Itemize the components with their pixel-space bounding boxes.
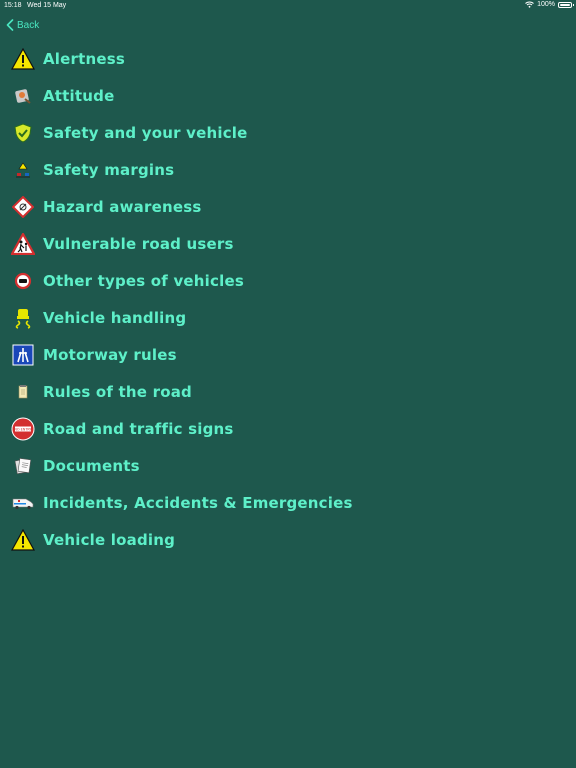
topic-label: Vehicle loading	[43, 530, 176, 549]
vehicle-sign-icon	[11, 269, 35, 293]
topic-label: Other types of vehicles	[43, 271, 244, 290]
chevron-left-icon	[6, 19, 14, 31]
pedestrian-sign-icon	[11, 232, 35, 256]
attitude-icon	[11, 84, 35, 108]
warning-triangle-icon	[11, 47, 35, 71]
back-label: Back	[17, 19, 40, 31]
topic-item-documents[interactable]: Documents	[0, 447, 576, 484]
topic-item-incidents-accidents-emergencies[interactable]: Incidents, Accidents & Emergencies	[0, 484, 576, 521]
topic-item-vulnerable-road-users[interactable]: Vulnerable road users	[0, 225, 576, 262]
ambulance-icon	[11, 491, 35, 515]
status-bar: 15:18 Wed 15 May 100%	[0, 0, 576, 12]
topic-list: Alertness Attitude Safety and your vehic…	[0, 40, 576, 558]
topic-label: Documents	[43, 456, 140, 475]
battery-percent: 100%	[537, 1, 555, 8]
topic-label: Hazard awareness	[43, 197, 202, 216]
topic-item-hazard-awareness[interactable]: Hazard awareness	[0, 188, 576, 225]
back-button[interactable]: Back	[6, 17, 39, 33]
topic-label: Road and traffic signs	[43, 419, 234, 438]
topic-item-attitude[interactable]: Attitude	[0, 77, 576, 114]
motorway-sign-icon	[11, 343, 35, 367]
topic-label: Alertness	[43, 49, 126, 68]
topic-item-rules-of-the-road[interactable]: Rules of the road	[0, 373, 576, 410]
topic-item-other-types-of-vehicles[interactable]: Other types of vehicles	[0, 262, 576, 299]
topic-item-motorway-rules[interactable]: Motorway rules	[0, 336, 576, 373]
topic-label: Safety and your vehicle	[43, 123, 248, 142]
topic-item-safety-and-your-vehicle[interactable]: Safety and your vehicle	[0, 114, 576, 151]
topic-label: Safety margins	[43, 160, 175, 179]
topic-item-safety-margins[interactable]: Safety margins	[0, 151, 576, 188]
topic-label: Attitude	[43, 86, 115, 105]
battery-icon	[558, 1, 574, 8]
status-time: 15:18	[4, 2, 22, 9]
svg-text:NO ENTRY: NO ENTRY	[14, 427, 32, 431]
topic-label: Incidents, Accidents & Emergencies	[43, 493, 353, 512]
no-entry-sign-icon: NO ENTRY	[11, 417, 35, 441]
topic-label: Rules of the road	[43, 382, 192, 401]
shield-icon	[11, 121, 35, 145]
status-date: Wed 15 May	[27, 2, 67, 9]
topic-label: Motorway rules	[43, 345, 177, 364]
battery-fill	[560, 3, 570, 6]
topic-label: Vulnerable road users	[43, 234, 234, 253]
car-distance-icon	[11, 158, 35, 182]
documents-icon	[11, 454, 35, 478]
topic-item-vehicle-handling[interactable]: Vehicle handling	[0, 299, 576, 336]
wifi-icon	[525, 1, 534, 8]
topic-item-vehicle-loading[interactable]: Vehicle loading	[0, 521, 576, 558]
topic-item-alertness[interactable]: Alertness	[0, 40, 576, 77]
rulebook-icon	[11, 380, 35, 404]
hazard-diamond-icon	[11, 195, 35, 219]
topic-label: Vehicle handling	[43, 308, 187, 327]
warning-triangle-icon	[11, 528, 35, 552]
status-right: 100%	[525, 1, 574, 8]
skid-icon	[11, 306, 35, 330]
topic-item-road-and-traffic-signs[interactable]: NO ENTRY Road and traffic signs	[0, 410, 576, 447]
